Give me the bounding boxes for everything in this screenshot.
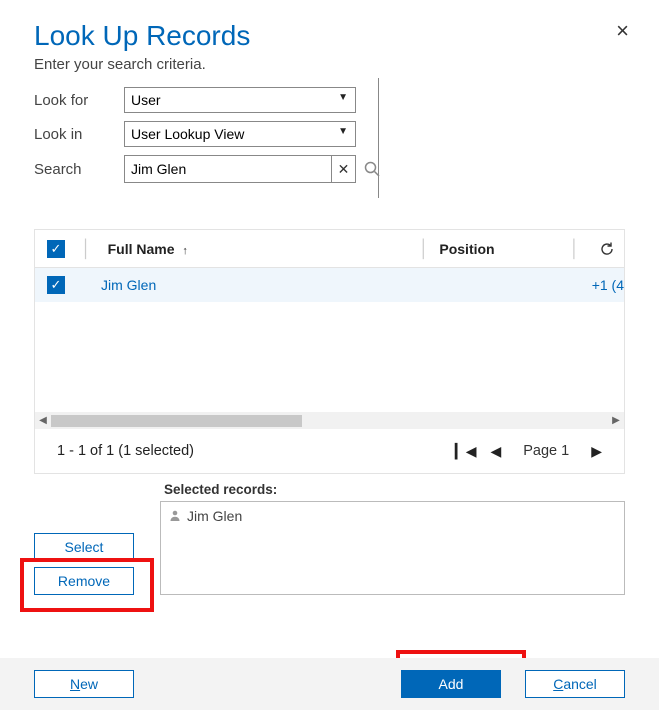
grid-empty-space (35, 302, 624, 412)
horizontal-scrollbar[interactable]: ◀ ▶ (35, 412, 624, 429)
record-count: 1 - 1 of 1 (1 selected) (57, 443, 455, 459)
search-label: Search (34, 161, 124, 178)
row-fullname-link[interactable]: Jim Glen (71, 277, 578, 293)
first-page-icon[interactable]: ▎◀ (455, 443, 477, 460)
lookup-dialog: × Look Up Records Enter your search crit… (0, 0, 659, 595)
dialog-button-bar: New Add Cancel (0, 658, 659, 710)
prev-page-icon[interactable]: ◀ (490, 443, 501, 460)
results-grid: ✓ │ Full Name ↑ │ Position │ ✓ Jim Glen … (34, 229, 625, 474)
selected-item-name: Jim Glen (187, 508, 242, 524)
selected-records-box[interactable]: Jim Glen (160, 501, 625, 595)
cancel-button[interactable]: Cancel (525, 670, 625, 698)
remove-button[interactable]: Remove (34, 567, 134, 595)
sort-asc-icon: ↑ (178, 245, 188, 257)
refresh-icon[interactable] (590, 241, 624, 257)
grid-header: ✓ │ Full Name ↑ │ Position │ (35, 230, 624, 268)
pager: ▎◀ ◀ Page 1 ▶ (455, 443, 602, 460)
next-page-icon[interactable]: ▶ (591, 443, 602, 460)
new-button[interactable]: New (34, 670, 134, 698)
page-label: Page 1 (515, 443, 577, 459)
column-header-fullname[interactable]: Full Name ↑ (102, 241, 409, 257)
look-in-select[interactable]: User Lookup View (124, 121, 356, 147)
row-phone: +1 (4 (578, 277, 624, 293)
scroll-right-icon[interactable]: ▶ (608, 415, 624, 426)
form-divider (378, 78, 379, 198)
look-for-select[interactable]: User (124, 87, 356, 113)
dialog-subtitle: Enter your search criteria. (34, 56, 625, 73)
look-in-label: Look in (34, 126, 124, 143)
select-all-checkbox[interactable]: ✓ (47, 240, 65, 258)
grid-footer: 1 - 1 of 1 (1 selected) ▎◀ ◀ Page 1 ▶ (35, 429, 624, 473)
scroll-left-icon[interactable]: ◀ (35, 415, 51, 426)
table-row[interactable]: ✓ Jim Glen +1 (4 (35, 268, 624, 302)
selected-item: Jim Glen (169, 508, 616, 524)
column-header-position[interactable]: Position (439, 241, 559, 257)
selected-records-label: Selected records: (164, 482, 625, 497)
select-button[interactable]: Select (34, 533, 134, 561)
search-icon[interactable] (358, 155, 386, 183)
look-for-label: Look for (34, 92, 124, 109)
clear-search-icon[interactable]: ✕ (331, 156, 355, 182)
close-icon[interactable]: × (616, 18, 629, 44)
dialog-title: Look Up Records (34, 12, 625, 52)
scrollbar-thumb[interactable] (51, 415, 302, 427)
person-icon (169, 509, 181, 524)
add-button[interactable]: Add (401, 670, 501, 698)
row-checkbox[interactable]: ✓ (47, 276, 65, 294)
search-input[interactable] (125, 160, 331, 178)
